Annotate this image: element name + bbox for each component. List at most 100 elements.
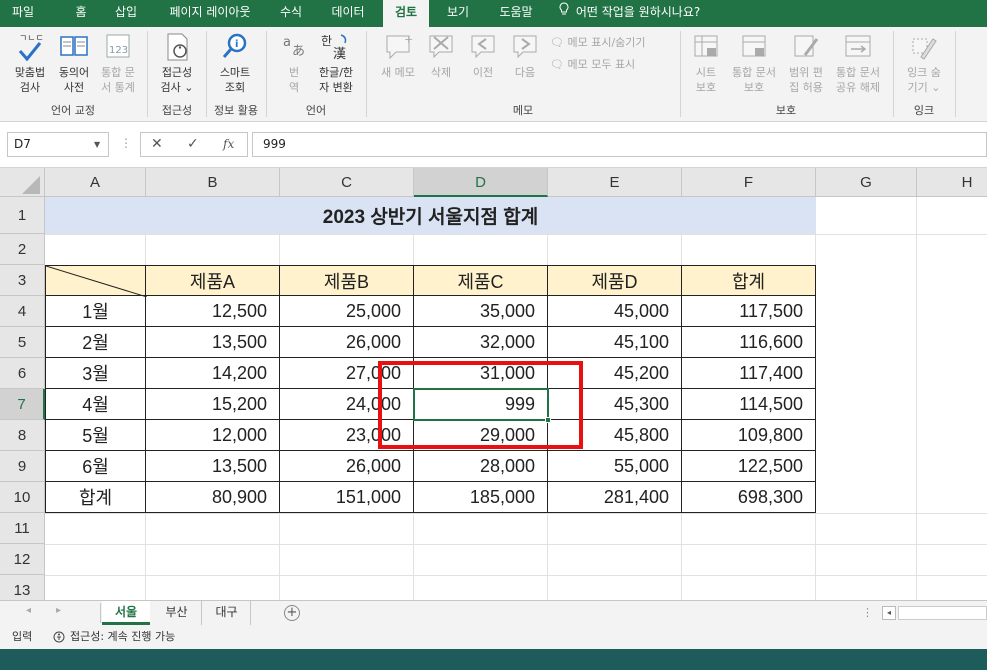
cell-a8[interactable]: 5월 — [45, 420, 146, 451]
cell-a4[interactable]: 1월 — [45, 296, 146, 327]
cell-f5[interactable]: 116,600 — [682, 327, 816, 358]
smart-lookup-button[interactable]: i 스마트 조회 — [210, 31, 260, 95]
cell-f9[interactable]: 122,500 — [682, 451, 816, 482]
accessibility-status-text[interactable]: 접근성: 계속 진행 가능 — [70, 627, 175, 647]
cell-a6[interactable]: 3월 — [45, 358, 146, 389]
scroll-tabs-left-icon[interactable]: ◂ — [26, 605, 31, 616]
tab-split-grip-icon[interactable]: ⋮ — [862, 606, 873, 619]
horizontal-scrollbar[interactable] — [898, 606, 987, 620]
cell-b6[interactable]: 14,200 — [146, 358, 280, 389]
unshare-workbook-button[interactable]: 통합 문서 공유 해제 — [830, 31, 886, 95]
column-header-f[interactable]: F — [682, 168, 816, 197]
cell-d5[interactable]: 32,000 — [414, 327, 548, 358]
accessibility-status-icon[interactable] — [52, 630, 68, 651]
cell-a7[interactable]: 4월 — [45, 389, 146, 420]
cell-b9[interactable]: 13,500 — [146, 451, 280, 482]
cell-a10[interactable]: 합계 — [45, 482, 146, 513]
cell-e10[interactable]: 281,400 — [548, 482, 682, 513]
cell-e3[interactable]: 제품D — [548, 265, 682, 296]
hangul-hanja-button[interactable]: 한漢 한글/한 자 변환 — [312, 31, 360, 95]
row-header-13[interactable]: 13 — [0, 575, 45, 600]
scroll-left-icon[interactable]: ◂ — [882, 606, 896, 620]
row-header-6[interactable]: 6 — [0, 358, 45, 389]
row-header-2[interactable]: 2 — [0, 234, 45, 265]
delete-comment-button[interactable]: 삭제 — [422, 31, 460, 80]
cell-b10[interactable]: 80,900 — [146, 482, 280, 513]
cell-d4[interactable]: 35,000 — [414, 296, 548, 327]
name-box-dropdown-icon[interactable]: ▼ — [94, 132, 100, 157]
next-comment-button[interactable]: 다음 — [504, 31, 546, 80]
column-header-d[interactable]: D — [414, 168, 548, 197]
row-header-9[interactable]: 9 — [0, 451, 45, 482]
cell-c4[interactable]: 25,000 — [280, 296, 414, 327]
show-hide-comment-button[interactable]: 🗨 메모 표시/숨기기 — [550, 34, 646, 50]
cell-f4[interactable]: 117,500 — [682, 296, 816, 327]
add-sheet-button[interactable]: + — [284, 605, 300, 621]
cancel-icon[interactable]: ✕ — [151, 136, 163, 152]
row-header-4[interactable]: 4 — [0, 296, 45, 327]
tab-help[interactable]: 도움말 — [488, 0, 544, 27]
tab-formulas[interactable]: 수식 — [270, 0, 312, 27]
row-header-11[interactable]: 11 — [0, 513, 45, 544]
cell-d3[interactable]: 제품C — [414, 265, 548, 296]
cell-b8[interactable]: 12,000 — [146, 420, 280, 451]
cell-e9[interactable]: 55,000 — [548, 451, 682, 482]
cell-d9[interactable]: 28,000 — [414, 451, 548, 482]
column-header-g[interactable]: G — [816, 168, 917, 197]
cell-a3-diagonal[interactable] — [45, 265, 147, 297]
tab-page-layout[interactable]: 페이지 레이아웃 — [158, 0, 262, 27]
protect-sheet-button[interactable]: 시트 보호 — [686, 31, 726, 95]
cell-f3[interactable]: 합계 — [682, 265, 816, 296]
tab-home[interactable]: 홈 — [62, 0, 100, 27]
formula-input[interactable]: 999 — [252, 132, 987, 157]
show-all-comments-button[interactable]: 🗨 메모 모두 표시 — [550, 56, 635, 72]
row-header-10[interactable]: 10 — [0, 482, 45, 513]
previous-comment-button[interactable]: 이전 — [462, 31, 504, 80]
cell-b7[interactable]: 15,200 — [146, 389, 280, 420]
allow-edit-ranges-button[interactable]: 범위 편 집 허용 — [782, 31, 830, 95]
tab-file[interactable]: 파일 — [0, 0, 46, 27]
column-header-a[interactable]: A — [45, 168, 146, 197]
cell-c9[interactable]: 26,000 — [280, 451, 414, 482]
enter-icon[interactable]: ✓ — [187, 136, 199, 152]
cell-e5[interactable]: 45,100 — [548, 327, 682, 358]
select-all-corner[interactable] — [0, 168, 45, 197]
cell-c10[interactable]: 151,000 — [280, 482, 414, 513]
column-header-c[interactable]: C — [280, 168, 414, 197]
cell-d10[interactable]: 185,000 — [414, 482, 548, 513]
row-header-5[interactable]: 5 — [0, 327, 45, 358]
row-header-12[interactable]: 12 — [0, 544, 45, 575]
hide-ink-button[interactable]: 잉크 숨 기기 ⌄ — [898, 31, 950, 95]
scroll-tabs-right-icon[interactable]: ▸ — [56, 605, 61, 616]
workbook-statistics-button[interactable]: 123 통합 문 서 통계 — [94, 31, 142, 95]
column-header-b[interactable]: B — [146, 168, 280, 197]
sheet-tab-daegu[interactable]: 대구 — [203, 601, 251, 625]
translate-button[interactable]: aあ 번 역 — [272, 31, 316, 95]
check-accessibility-button[interactable]: 접근성 검사 ⌄ — [152, 31, 202, 95]
cell-f6[interactable]: 117,400 — [682, 358, 816, 389]
tab-review[interactable]: 검토 — [383, 0, 429, 27]
sheet-tab-seoul[interactable]: 서울 — [102, 601, 150, 625]
column-header-e[interactable]: E — [548, 168, 682, 197]
row-header-7[interactable]: 7 — [0, 389, 45, 420]
tab-data[interactable]: 데이터 — [322, 0, 374, 27]
new-comment-button[interactable]: + 새 메모 — [374, 31, 422, 80]
cell-b4[interactable]: 12,500 — [146, 296, 280, 327]
cell-c3[interactable]: 제품B — [280, 265, 414, 296]
tab-insert[interactable]: 삽입 — [106, 0, 146, 27]
protect-workbook-button[interactable]: 통합 문서 보호 — [726, 31, 782, 95]
cell-b3[interactable]: 제품A — [146, 265, 280, 296]
thesaurus-button[interactable]: 동의어 사전 — [52, 31, 96, 95]
cell-c5[interactable]: 26,000 — [280, 327, 414, 358]
column-header-h[interactable]: H — [917, 168, 987, 197]
tab-view[interactable]: 보기 — [436, 0, 480, 27]
insert-function-icon[interactable]: fx — [223, 137, 234, 151]
cell-f10[interactable]: 698,300 — [682, 482, 816, 513]
sheet-tab-busan[interactable]: 부산 — [152, 601, 202, 625]
cell-f7[interactable]: 114,500 — [682, 389, 816, 420]
cell-a5[interactable]: 2월 — [45, 327, 146, 358]
cell-f8[interactable]: 109,800 — [682, 420, 816, 451]
tell-me-box[interactable]: 어떤 작업을 원하시나요? — [558, 0, 700, 27]
spelling-button[interactable]: ㄱㄴㄷ 맞춤법 검사 — [6, 31, 54, 95]
sheet-title-cell[interactable]: 2023 상반기 서울지점 합계 — [45, 197, 816, 234]
